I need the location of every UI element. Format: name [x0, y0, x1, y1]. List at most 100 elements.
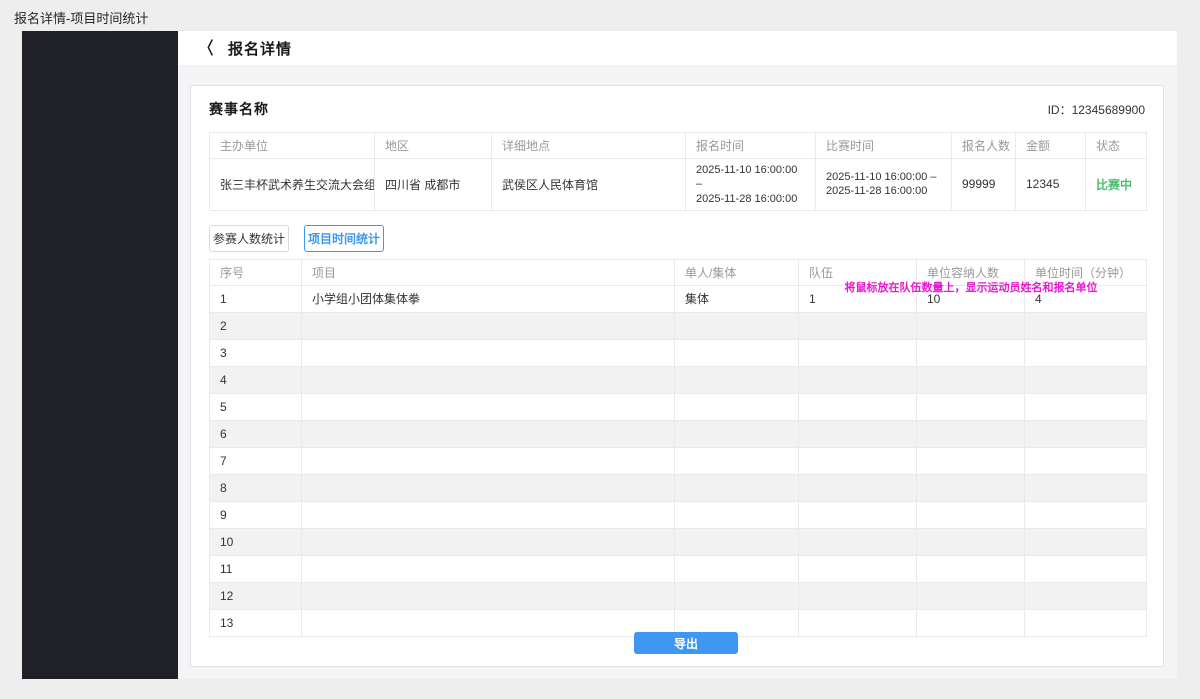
- column-header: 地区: [375, 133, 492, 159]
- table-row: 1小学组小团体集体拳集体1104: [210, 285, 1147, 312]
- signup-count-cell: 99999: [952, 159, 1016, 211]
- cell: [917, 528, 1025, 555]
- page-title: 报名详情: [228, 38, 292, 59]
- cell: [1025, 447, 1147, 474]
- schedule-header-row: 序号 项目 单人/集体 队伍 单位容纳人数 单位时间（分钟）: [210, 259, 1147, 285]
- schedule-table: 序号 项目 单人/集体 队伍 单位容纳人数 单位时间（分钟） 1小学组小团体集体…: [209, 259, 1147, 637]
- column-header: 主办单位: [210, 133, 375, 159]
- cell: [302, 312, 675, 339]
- cell: 1: [210, 285, 302, 312]
- signup-time-cell: 2025-11-10 16:00:00 – 2025-11-28 16:00:0…: [686, 159, 816, 211]
- cell: [302, 609, 675, 636]
- window-title: 报名详情-项目时间统计: [14, 8, 148, 27]
- cell: [675, 393, 799, 420]
- back-chevron-icon[interactable]: 〈: [200, 40, 214, 57]
- cell: [1025, 474, 1147, 501]
- event-id: ID：12345689900: [1048, 101, 1145, 118]
- page-header: 〈 报名详情: [178, 31, 1177, 65]
- cell: [1025, 555, 1147, 582]
- cell: [302, 528, 675, 555]
- cell: [1025, 501, 1147, 528]
- cell: [799, 393, 917, 420]
- cell: [799, 312, 917, 339]
- cell: [1025, 420, 1147, 447]
- tab-project-time[interactable]: 项目时间统计: [304, 225, 384, 252]
- table-row: 11: [210, 555, 1147, 582]
- organizer-cell: 张三丰杯武术养生交流大会组委会: [210, 159, 375, 211]
- column-header: 详细地点: [492, 133, 686, 159]
- event-id-value: 12345689900: [1072, 103, 1145, 117]
- cell: [302, 339, 675, 366]
- cell: [1025, 528, 1147, 555]
- cell: [917, 366, 1025, 393]
- sidebar: [22, 31, 178, 679]
- schedule-table-body: 1小学组小团体集体拳集体11042345678910111213: [210, 285, 1147, 636]
- cell: [675, 582, 799, 609]
- cell: 13: [210, 609, 302, 636]
- team-count-cell[interactable]: 1: [799, 285, 917, 312]
- event-detail-card: 赛事名称 ID：12345689900 主办单位 地区 详细地点 报名时间 比赛…: [190, 85, 1164, 667]
- cell: [675, 474, 799, 501]
- cell: [675, 555, 799, 582]
- table-row: 2: [210, 312, 1147, 339]
- status-value: 比赛中: [1086, 159, 1147, 211]
- column-header: 报名时间: [686, 133, 816, 159]
- cell: [799, 582, 917, 609]
- cell: [799, 420, 917, 447]
- cell: [799, 528, 917, 555]
- cell: 10: [917, 285, 1025, 312]
- table-row: 10: [210, 528, 1147, 555]
- column-header: 金额: [1016, 133, 1086, 159]
- cell: [302, 474, 675, 501]
- column-header: 报名人数: [952, 133, 1016, 159]
- cell: [917, 420, 1025, 447]
- cell: 集体: [675, 285, 799, 312]
- table-row: 8: [210, 474, 1147, 501]
- cell: [917, 501, 1025, 528]
- cell: [1025, 609, 1147, 636]
- cell: [1025, 339, 1147, 366]
- cell: [799, 555, 917, 582]
- table-row: 9: [210, 501, 1147, 528]
- cell: [799, 501, 917, 528]
- cell: 11: [210, 555, 302, 582]
- cell: [1025, 312, 1147, 339]
- cell: [799, 339, 917, 366]
- match-time-cell: 2025-11-10 16:00:00 – 2025-11-28 16:00:0…: [816, 159, 952, 211]
- cell: 10: [210, 528, 302, 555]
- cell: [302, 555, 675, 582]
- column-header: 项目: [302, 259, 675, 285]
- cell: [1025, 366, 1147, 393]
- cell: [917, 582, 1025, 609]
- cell: [302, 420, 675, 447]
- cell: [675, 528, 799, 555]
- cell: [675, 339, 799, 366]
- cell: [799, 474, 917, 501]
- column-header: 单人/集体: [675, 259, 799, 285]
- cell: [675, 312, 799, 339]
- cell: [302, 582, 675, 609]
- main-content: 〈 报名详情 赛事名称 ID：12345689900 主办单位 地区 详细地点 …: [178, 31, 1177, 679]
- stat-tabs: 参赛人数统计 项目时间统计: [209, 225, 1145, 252]
- cell: [302, 501, 675, 528]
- export-button[interactable]: 导出: [634, 632, 738, 654]
- cell: 5: [210, 393, 302, 420]
- table-row: 7: [210, 447, 1147, 474]
- column-header: 状态: [1086, 133, 1147, 159]
- event-info-header-row: 主办单位 地区 详细地点 报名时间 比赛时间 报名人数 金额 状态: [210, 133, 1147, 159]
- cell: [917, 447, 1025, 474]
- event-name-label: 赛事名称: [209, 99, 269, 119]
- table-row: 4: [210, 366, 1147, 393]
- cell: [302, 366, 675, 393]
- cell: [917, 339, 1025, 366]
- cell: 8: [210, 474, 302, 501]
- column-header: 单位容纳人数: [917, 259, 1025, 285]
- cell: [1025, 393, 1147, 420]
- cell: 小学组小团体集体拳: [302, 285, 675, 312]
- tab-participant-count[interactable]: 参赛人数统计: [209, 225, 289, 252]
- cell: [917, 312, 1025, 339]
- cell: [675, 366, 799, 393]
- region-cell: 四川省 成都市: [375, 159, 492, 211]
- column-header: 单位时间（分钟）: [1025, 259, 1147, 285]
- column-header: 队伍: [799, 259, 917, 285]
